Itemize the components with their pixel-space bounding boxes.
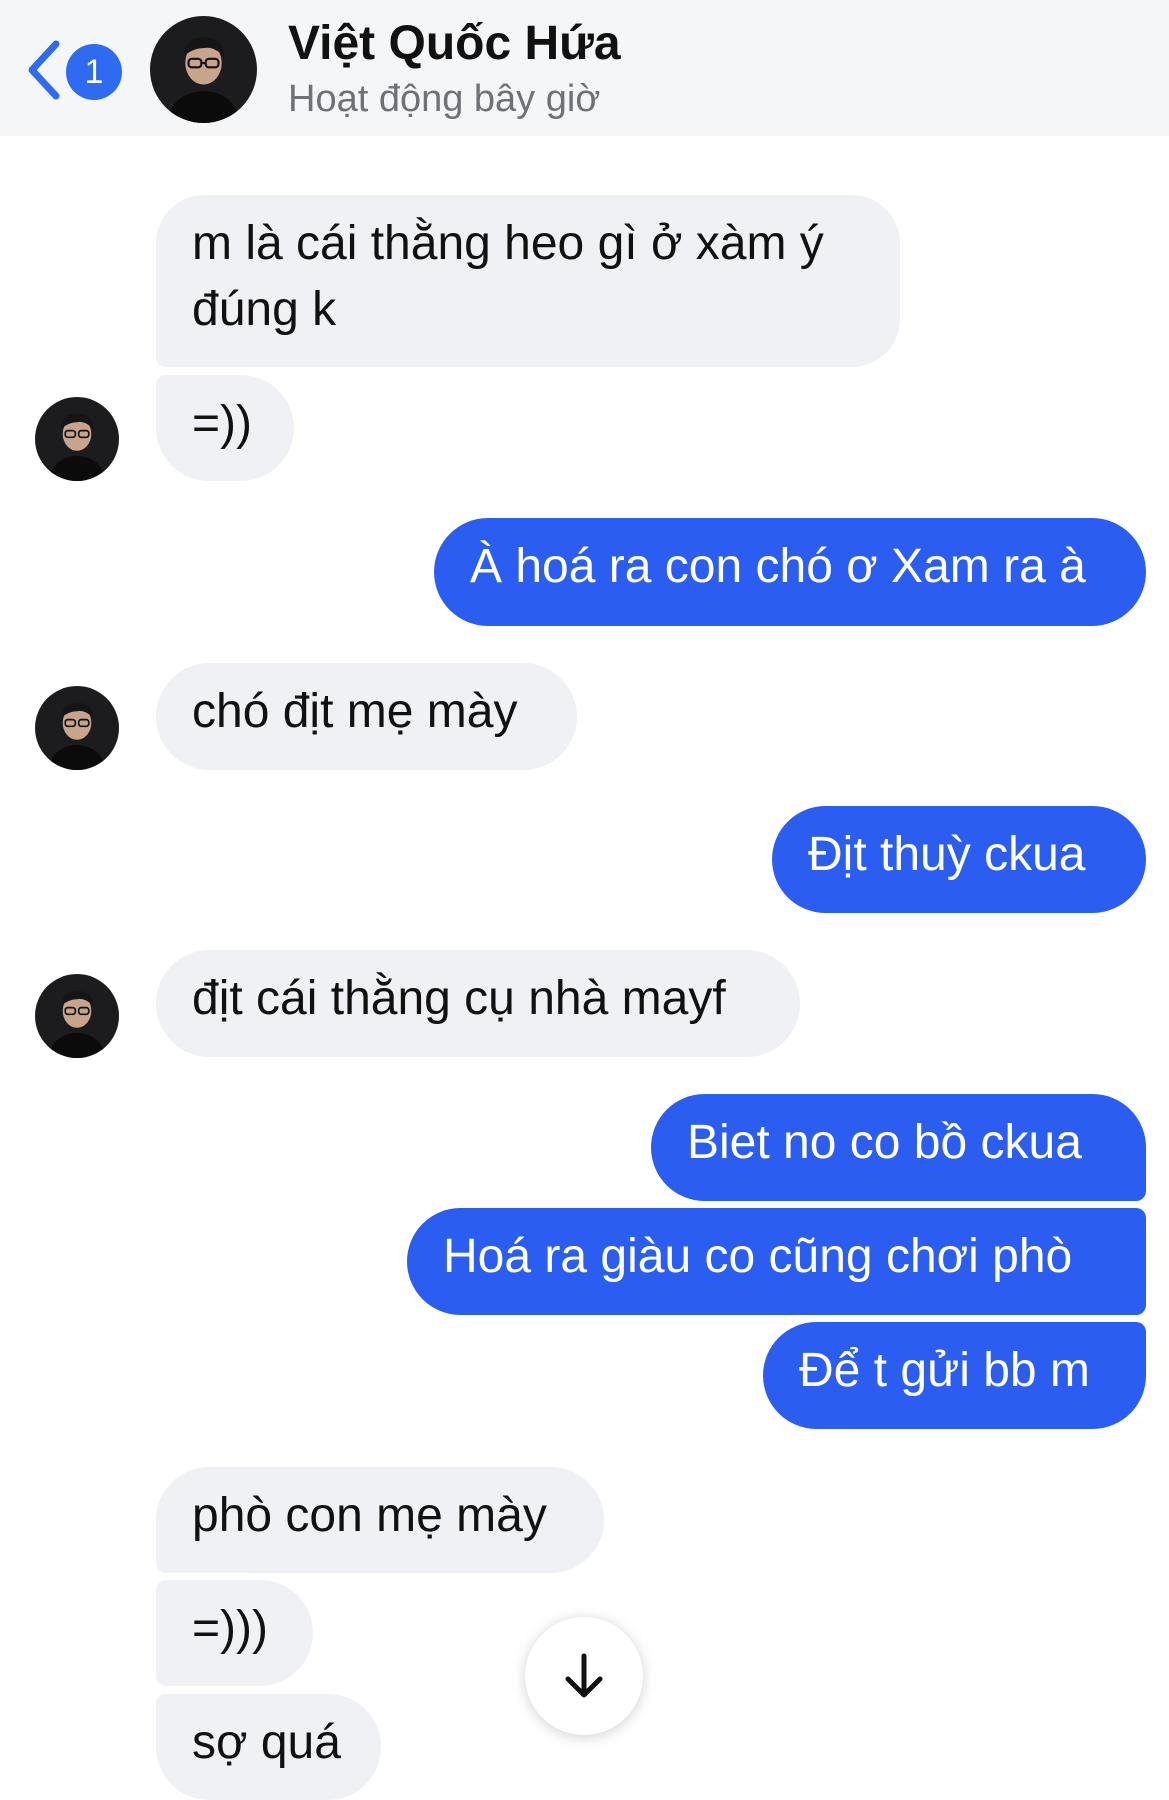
- message-bubble-incoming[interactable]: chó địt mẹ mày: [156, 663, 577, 770]
- sender-avatar: [35, 974, 119, 1058]
- message-bubble-outgoing[interactable]: Để t gửi bb m: [763, 1322, 1146, 1429]
- chat-header: 1 Việt Quốc Hứa Hoạt động bây giờ: [0, 0, 1169, 136]
- arrow-down-icon: [565, 1653, 603, 1698]
- message-bubble-outgoing[interactable]: Hoá ra giàu co cũng chơi phò: [407, 1208, 1146, 1315]
- message-bubble-incoming[interactable]: =)): [156, 375, 294, 481]
- message-bubble-incoming[interactable]: phò con mẹ mày: [156, 1467, 604, 1573]
- message-text: đúng k: [192, 283, 337, 336]
- message-bubble-incoming[interactable]: =))): [156, 1580, 313, 1686]
- active-status: Hoạt động bây giờ: [288, 78, 601, 120]
- message-bubble-outgoing[interactable]: À hoá ra con chó ơ Xam ra à: [434, 518, 1146, 626]
- message-bubble-incoming[interactable]: m là cái thằng heo gì ở xàm ý đúng k: [156, 195, 900, 367]
- message-bubble-outgoing[interactable]: Biet no co bồ ckua: [651, 1094, 1146, 1201]
- message-text: m là cái thằng heo gì ở xàm ý: [192, 217, 824, 270]
- back-button[interactable]: 1: [24, 38, 124, 102]
- contact-avatar[interactable]: [150, 16, 257, 123]
- chevron-left-icon: [28, 40, 60, 100]
- sender-avatar: [35, 397, 119, 481]
- scroll-to-bottom-button[interactable]: [525, 1617, 643, 1735]
- contact-name[interactable]: Việt Quốc Hứa: [288, 16, 621, 71]
- unread-badge: 1: [66, 44, 122, 100]
- message-bubble-outgoing[interactable]: Địt thuỳ ckua: [772, 806, 1146, 913]
- message-bubble-incoming[interactable]: sợ quá: [156, 1694, 381, 1800]
- sender-avatar: [35, 686, 119, 770]
- message-bubble-incoming[interactable]: địt cái thằng cụ nhà mayf: [156, 950, 800, 1057]
